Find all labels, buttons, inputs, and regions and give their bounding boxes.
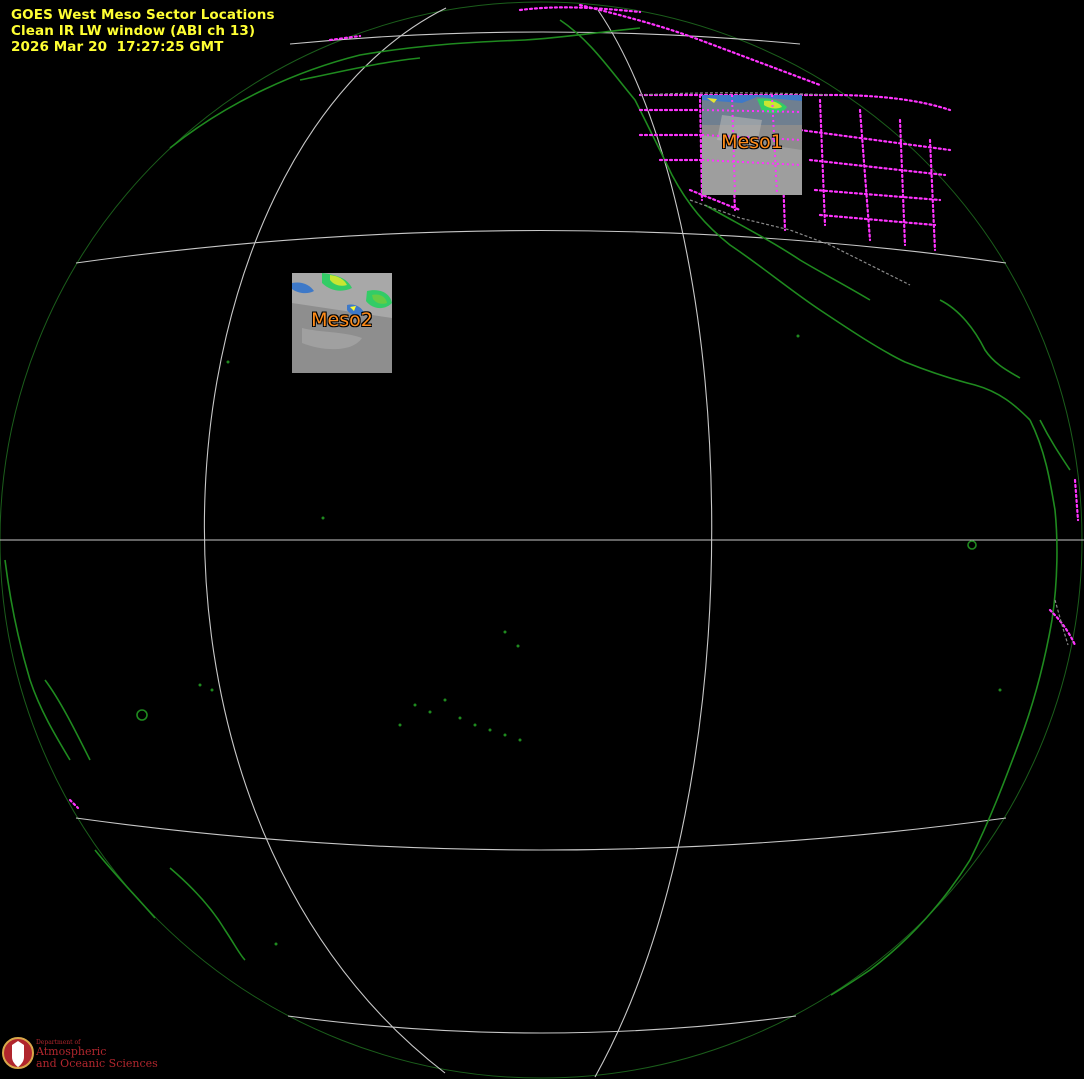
uw-crest-icon (2, 1037, 34, 1069)
meso2-label: Meso2 (311, 309, 373, 331)
aos-logo: Department of Atmospheric and Oceanic Sc… (2, 1031, 162, 1077)
header-title: GOES West Meso Sector Locations (11, 7, 275, 23)
full-disk-map (0, 0, 1084, 1079)
meso2-sector[interactable]: Meso2 (292, 273, 392, 373)
meso1-sector[interactable]: Meso1 (702, 95, 802, 195)
logo-name-line2: and Oceanic Sciences (36, 1057, 158, 1070)
meso1-label: Meso1 (721, 131, 783, 153)
header-timestamp: 2026 Mar 20 17:27:25 GMT (11, 39, 224, 55)
header: GOES West Meso Sector Locations Clean IR… (11, 7, 275, 55)
header-channel: Clean IR LW window (ABI ch 13) (11, 23, 256, 39)
